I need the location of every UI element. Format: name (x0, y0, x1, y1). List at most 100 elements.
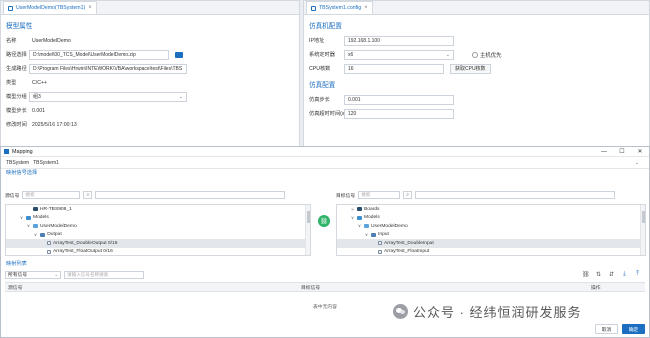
models-folder-icon (26, 215, 31, 220)
signal-name-search[interactable]: 请输入信号名称搜索 (64, 270, 144, 279)
timeout-input[interactable]: 120 (344, 108, 454, 119)
chevron-down-icon[interactable]: ∨ (19, 215, 24, 221)
prop-value: C/C++ (32, 79, 47, 86)
auto-map-icon[interactable]: ⛓ (582, 271, 590, 278)
signal-icon (378, 241, 382, 246)
tree-node[interactable]: ArrayTest_FloatOutput 0/16 (6, 248, 310, 256)
system-label: TBSystem (6, 159, 30, 166)
tree-node-label: ArrayTest_FloatOutput 0/16 (53, 249, 113, 255)
target-signal-tree[interactable]: > Boards ∨ Models ∨ UserModelDemo ∨ Input ArrayT… (336, 204, 646, 256)
tab-usermodeldemo[interactable]: UserModelDemo(TBSystem1) × (3, 1, 97, 14)
tree-node[interactable]: ∨ Models (337, 214, 645, 223)
signal-filter-value: 所有信号 (8, 273, 28, 278)
close-icon[interactable]: ✕ (631, 147, 649, 156)
vertical-scrollbar[interactable] (640, 205, 645, 255)
maximize-icon[interactable]: ☐ (613, 147, 631, 156)
source-search-input[interactable]: 搜索 (22, 191, 81, 199)
source-filter-input[interactable] (95, 191, 286, 199)
selected-group: 组3 (33, 94, 41, 100)
get-cpu-button[interactable]: 获取CPU核数 (450, 63, 491, 74)
tab-tbsystem-config[interactable]: TBSystem1.config × (306, 1, 373, 14)
col-source: 源信号 (8, 285, 23, 291)
tree-node[interactable]: ArrayTest_DoubleOutput 0/16 (6, 239, 310, 248)
prop-value: 0.001 (32, 107, 45, 114)
prop-value: 2025/5/16 17:00:13 (32, 121, 77, 128)
chevron-down-icon[interactable]: ∨ (350, 215, 355, 221)
tree-node[interactable]: ∨ UserModelDemo (337, 222, 645, 231)
watermark-text: 公众号 · 经纬恒润研发服务 (413, 305, 582, 320)
tree-node[interactable]: ∨ Models (6, 214, 310, 223)
tree-node[interactable]: ArrayTest_DoubleInput (337, 239, 645, 248)
chevron-down-icon[interactable]: ∨ (26, 223, 31, 229)
tree-node[interactable]: ArrayTest_FloatInput (337, 248, 645, 256)
scroll-thumb[interactable] (307, 211, 310, 223)
ok-button[interactable]: 确定 (622, 324, 645, 334)
ip-label: IP地址 (309, 38, 325, 44)
search-icon[interactable]: ⌕ (403, 191, 413, 199)
vertical-scrollbar[interactable] (305, 205, 310, 255)
prop-row-modified: 修改时间 2025/5/16 17:00:13 (1, 118, 299, 131)
chevron-down-icon[interactable]: ∨ (357, 223, 362, 229)
clock-select[interactable]: x6 ⌄ (344, 49, 454, 60)
target-label: 目标信号 (336, 193, 356, 199)
step-input[interactable]: 0.001 (344, 94, 454, 105)
tree-node-label: ArrayTest_DoubleOutput 0/16 (53, 240, 118, 246)
tree-node[interactable]: HR-TBS908_1 (6, 205, 310, 214)
tree-node-label: Input (378, 232, 389, 238)
clock-row: 系统定时器 x6 ⌄ 主机优先 (304, 48, 649, 61)
filter-columns-icon[interactable]: ⇵ (608, 271, 615, 278)
timeout-row: 仿真超时时间(s) 120 (304, 107, 649, 120)
prop-label: 路径选择 (6, 52, 27, 58)
model-group-select[interactable]: 组3 ⌄ (29, 91, 187, 102)
host-priority-option[interactable]: 主机优先 (472, 51, 502, 59)
signal-icon (378, 249, 382, 254)
step-label: 仿真步长 (309, 97, 330, 103)
import-icon[interactable]: ⤓ (621, 271, 628, 278)
tree-node[interactable]: ∨ Output (6, 231, 310, 240)
tree-node-label: HR-TBS908_1 (40, 206, 72, 212)
source-signal-tree[interactable]: HR-TBS908_1 ∨ Models ∨ UserModelDemo ∨ Output A… (5, 204, 311, 256)
scroll-thumb[interactable] (642, 211, 645, 223)
chevron-down-icon[interactable]: ∨ (33, 232, 38, 238)
chevron-down-icon: ⌄ (445, 51, 450, 58)
tab-label: TBSystem1.config (319, 5, 362, 11)
cpu-input[interactable]: 16 (344, 63, 444, 74)
cancel-button[interactable]: 取消 (595, 324, 618, 334)
system-value: TBSystem1 (33, 159, 59, 166)
section-title-sim-machine: 仿真机配置 (309, 23, 342, 30)
chevron-right-icon[interactable]: > (350, 207, 355, 212)
tree-node[interactable]: ∨ UserModelDemo (6, 222, 310, 231)
path-input[interactable]: D:\model\00_TCS_Model\UserModelDemo.zip (29, 49, 169, 60)
chevron-down-icon: ⌄ (634, 159, 639, 166)
tree-node[interactable]: ∨ Input (337, 231, 645, 240)
target-filter-input[interactable] (415, 191, 616, 199)
export-icon[interactable]: ⤒ (634, 271, 641, 278)
map-link-button[interactable]: ⛓ (318, 215, 330, 227)
host-priority-radio[interactable] (472, 51, 478, 58)
generate-path-input[interactable]: D:\Program Files\Hrwin\INTEWORK\VBA\work… (29, 63, 187, 74)
watermark: 公众号 · 经纬恒润研发服务 (393, 302, 582, 321)
folder-icon[interactable] (175, 51, 183, 58)
tree-node-label: Output (47, 232, 62, 238)
tree-node[interactable]: > Boards (337, 205, 645, 214)
chevron-down-icon[interactable]: ∨ (364, 232, 369, 238)
tree-node-label: ArrayTest_DoubleInput (384, 240, 434, 246)
mapping-toolbar: ⛓ ⇅ ⇵ ⤓ ⤒ (582, 271, 641, 278)
tab-label: UserModelDemo(TBSystem1) (16, 5, 86, 11)
minimize-icon[interactable]: — (595, 147, 613, 156)
signal-select-section: 映射信号选择 (6, 170, 38, 176)
close-tab-icon[interactable]: × (364, 5, 368, 11)
prop-row-type: 类型 C/C++ (1, 76, 299, 89)
signal-icon (47, 241, 51, 246)
sort-icon[interactable]: ⇅ (595, 271, 602, 278)
prop-value: UserModelDemo (32, 37, 71, 44)
models-folder-icon (357, 215, 362, 220)
close-tab-icon[interactable]: × (88, 5, 92, 11)
tree-node-label: Models (33, 215, 49, 221)
system-select-row[interactable]: TBSystem TBSystem1 ⌄ (1, 157, 649, 169)
target-search-input[interactable]: 搜索 (358, 191, 401, 199)
prop-label: 生成路径 (6, 66, 27, 72)
search-icon[interactable]: ⌕ (83, 191, 93, 199)
ip-input[interactable]: 192.168.1.100 (344, 35, 454, 46)
signal-filter-select[interactable]: 所有信号 ⌄ (5, 270, 61, 279)
